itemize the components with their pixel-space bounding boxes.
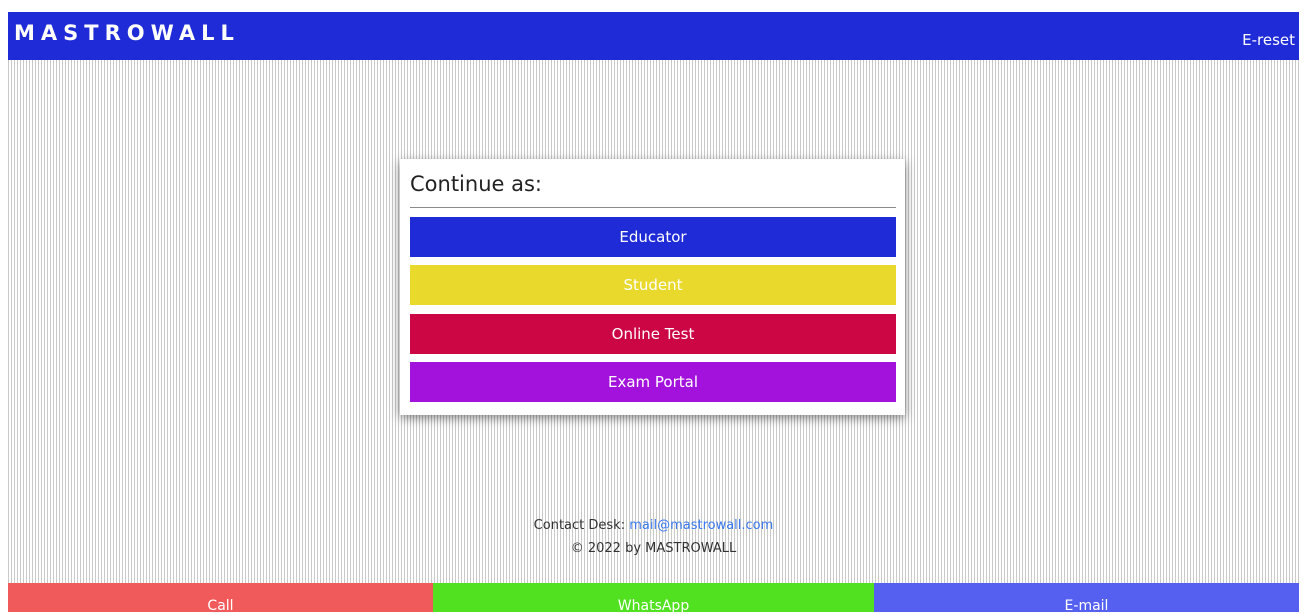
contact-email-link[interactable]: mail@mastrowall.com bbox=[629, 518, 773, 533]
continue-as-card: Continue as: Educator Student Online Tes… bbox=[400, 159, 905, 415]
online-test-button-label: Online Test bbox=[611, 325, 695, 343]
student-button-label: Student bbox=[623, 276, 683, 294]
brand-logo-text[interactable]: MASTROWALL bbox=[14, 21, 240, 45]
bottom-contact-bar: Call WhatsApp E-mail bbox=[8, 583, 1299, 614]
whatsapp-button[interactable]: WhatsApp bbox=[433, 583, 874, 614]
exam-portal-button-label: Exam Portal bbox=[607, 373, 699, 391]
contact-desk-label: Contact Desk: bbox=[533, 518, 626, 533]
email-button[interactable]: E-mail bbox=[874, 583, 1299, 614]
educator-button-label: Educator bbox=[619, 228, 687, 246]
page-background: MASTROWALL E-reset Continue as: Educator… bbox=[8, 12, 1299, 614]
exam-portal-button[interactable]: Exam Portal bbox=[410, 362, 896, 402]
copyright-text: © 2022 by MASTROWALL bbox=[570, 541, 737, 556]
online-test-button[interactable]: Online Test bbox=[410, 314, 896, 354]
e-reset-link[interactable]: E-reset bbox=[1242, 31, 1295, 49]
student-button[interactable]: Student bbox=[410, 265, 896, 305]
top-navbar: MASTROWALL E-reset bbox=[8, 12, 1299, 60]
contact-desk-line: Contact Desk: mail@mastrowall.com bbox=[8, 518, 1299, 533]
card-divider bbox=[410, 207, 896, 208]
educator-button[interactable]: Educator bbox=[410, 217, 896, 257]
card-title: Continue as: bbox=[410, 172, 542, 196]
call-button[interactable]: Call bbox=[8, 583, 433, 614]
